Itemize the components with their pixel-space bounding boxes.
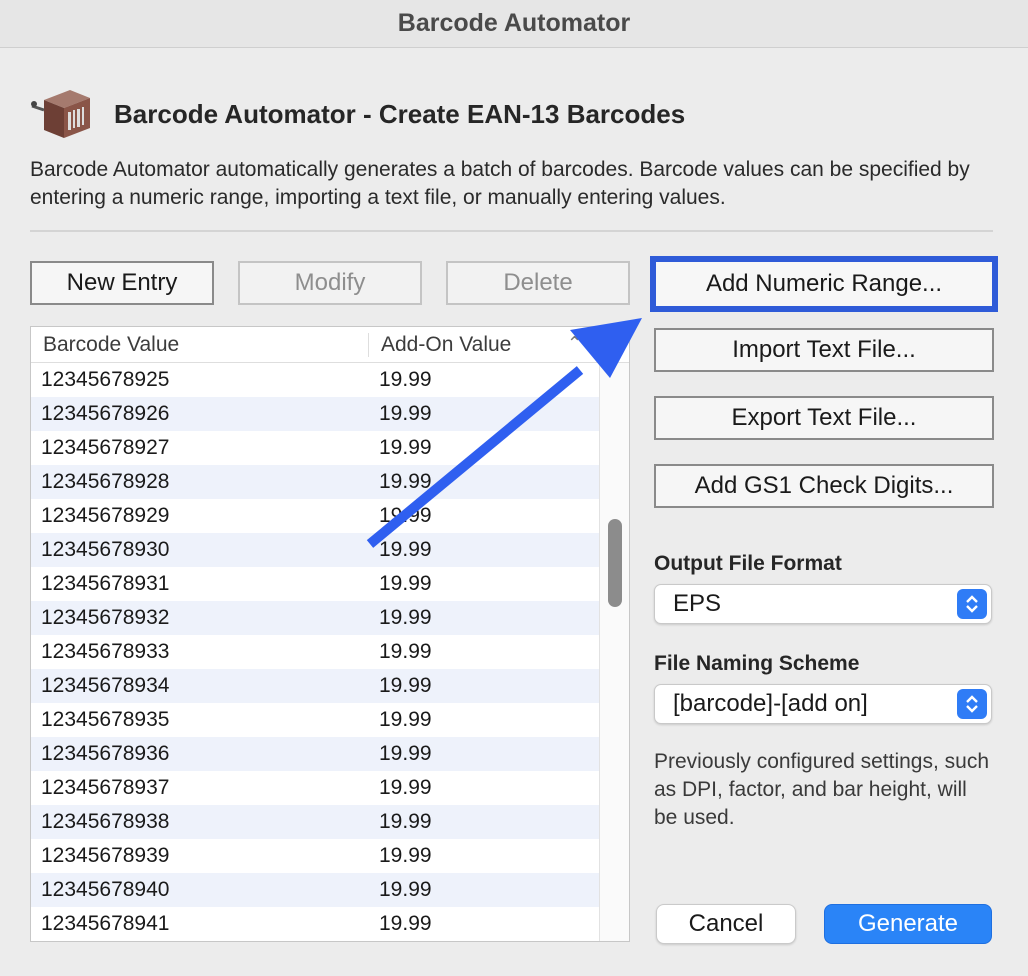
add-numeric-range-button[interactable]: Add Numeric Range... [650,256,998,312]
barcode-table[interactable]: Barcode Value Add-On Value ⌃ 12345678925… [30,326,630,942]
barcode-value-cell: 12345678926 [41,402,170,425]
barcode-value-cell: 12345678941 [41,912,170,935]
table-row[interactable]: 12345678939 19.99 [31,839,599,873]
scrollbar-thumb[interactable] [608,519,622,607]
table-row[interactable]: 12345678925 19.99 [31,363,599,397]
output-format-label: Output File Format [654,552,842,575]
barcode-value-cell: 12345678929 [41,504,170,527]
add-on-value-cell: 19.99 [379,912,432,935]
dialog-description: Barcode Automator automatically generate… [30,158,970,209]
column-header-barcode-value[interactable]: Barcode Value [31,332,369,357]
naming-scheme-label: File Naming Scheme [654,652,860,675]
table-row[interactable]: 12345678934 19.99 [31,669,599,703]
add-on-value-cell: 19.99 [379,640,432,663]
naming-scheme-value: [barcode]-[add on] [673,690,868,717]
table-row[interactable]: 12345678941 19.99 [31,907,599,941]
barcode-value-cell: 12345678934 [41,674,170,697]
add-on-value-cell: 19.99 [379,674,432,697]
new-entry-button[interactable]: New Entry [30,261,214,305]
delete-button[interactable]: Delete [446,261,630,305]
chevron-up-icon[interactable]: ⌃ [567,333,582,354]
barcode-value-cell: 12345678935 [41,708,170,731]
output-format-select[interactable]: EPS [654,584,992,624]
table-header: Barcode Value Add-On Value ⌃ [31,327,629,363]
barcode-value-cell: 12345678937 [41,776,170,799]
table-row[interactable]: 12345678926 19.99 [31,397,599,431]
barcode-value-cell: 12345678938 [41,810,170,833]
table-row[interactable]: 12345678931 19.99 [31,567,599,601]
table-row[interactable]: 12345678936 19.99 [31,737,599,771]
table-row[interactable]: 12345678929 19.99 [31,499,599,533]
add-on-value-cell: 19.99 [379,436,432,459]
barcode-value-cell: 12345678933 [41,640,170,663]
scrollbar[interactable] [599,363,629,941]
import-text-file-button[interactable]: Import Text File... [654,328,994,372]
settings-note: Previously configured settings, such as … [654,750,990,829]
add-on-value-cell: 19.99 [379,572,432,595]
window-titlebar: Barcode Automator [0,0,1028,48]
window-title: Barcode Automator [397,9,631,37]
table-row[interactable]: 12345678928 19.99 [31,465,599,499]
table-row[interactable]: 12345678930 19.99 [31,533,599,567]
add-on-value-cell: 19.99 [379,504,432,527]
barcode-value-cell: 12345678925 [41,368,170,391]
barcode-machine-icon [31,90,90,138]
modify-button[interactable]: Modify [238,261,422,305]
table-row[interactable]: 12345678935 19.99 [31,703,599,737]
add-on-value-cell: 19.99 [379,606,432,629]
naming-scheme-select[interactable]: [barcode]-[add on] [654,684,992,724]
barcode-value-cell: 12345678940 [41,878,170,901]
add-on-value-cell: 19.99 [379,844,432,867]
barcode-value-cell: 12345678931 [41,572,170,595]
generate-button[interactable]: Generate [824,904,992,944]
table-row[interactable]: 12345678937 19.99 [31,771,599,805]
table-row[interactable]: 12345678938 19.99 [31,805,599,839]
table-row[interactable]: 12345678933 19.99 [31,635,599,669]
export-text-file-button[interactable]: Export Text File... [654,396,994,440]
add-on-value-cell: 19.99 [379,776,432,799]
up-down-chevrons-icon [957,589,987,619]
barcode-value-cell: 12345678930 [41,538,170,561]
cancel-button[interactable]: Cancel [656,904,796,944]
column-header-add-on-value[interactable]: Add-On Value [369,333,511,357]
up-down-chevrons-icon [957,689,987,719]
add-on-value-cell: 19.99 [379,708,432,731]
barcode-value-cell: 12345678936 [41,742,170,765]
table-row[interactable]: 12345678927 19.99 [31,431,599,465]
add-on-value-cell: 19.99 [379,538,432,561]
table-row[interactable]: 12345678932 19.99 [31,601,599,635]
add-on-value-cell: 19.99 [379,402,432,425]
add-gs1-check-digits-button[interactable]: Add GS1 Check Digits... [654,464,994,508]
separator [30,230,993,232]
output-format-value: EPS [673,590,722,617]
barcode-value-cell: 12345678928 [41,470,170,493]
add-on-value-cell: 19.99 [379,878,432,901]
add-on-value-cell: 19.99 [379,742,432,765]
table-body: 12345678925 19.99 12345678926 19.99 12345678… [31,363,599,941]
add-on-value-cell: 19.99 [379,810,432,833]
add-on-value-cell: 19.99 [379,368,432,391]
table-row[interactable]: 12345678940 19.99 [31,873,599,907]
dialog-header: Barcode Automator - Create EAN-13 Barcod… [30,86,685,142]
add-on-value-cell: 19.99 [379,470,432,493]
dialog-title: Barcode Automator - Create EAN-13 Barcod… [114,98,686,129]
barcode-value-cell: 12345678939 [41,844,170,867]
barcode-value-cell: 12345678927 [41,436,170,459]
barcode-value-cell: 12345678932 [41,606,170,629]
